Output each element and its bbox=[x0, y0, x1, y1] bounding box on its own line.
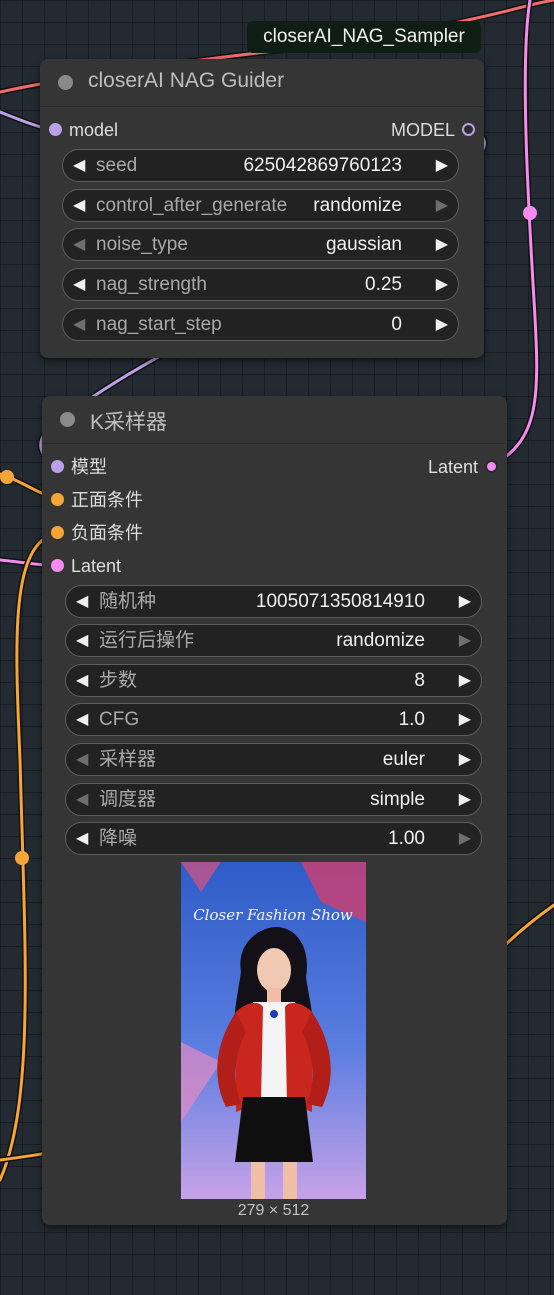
widget-label: 调度器 bbox=[99, 789, 157, 810]
node-nag-guider[interactable]: closerAI NAG Guider model MODEL ◀ seed 6… bbox=[40, 59, 484, 358]
increment-arrow-icon[interactable]: ▶ bbox=[436, 229, 448, 260]
widget-value: randomize bbox=[336, 630, 425, 651]
collapse-dot-icon[interactable] bbox=[60, 412, 75, 427]
floating-node-tag[interactable]: closerAI_NAG_Sampler bbox=[247, 21, 481, 53]
widget-label: nag_strength bbox=[96, 274, 207, 295]
increment-arrow-icon[interactable]: ▶ bbox=[436, 150, 448, 181]
decrement-arrow-icon[interactable]: ◀ bbox=[76, 784, 88, 815]
widget-label: 运行后操作 bbox=[99, 630, 195, 651]
input-label: Latent bbox=[71, 556, 122, 576]
node-title: closerAI NAG Guider bbox=[88, 69, 285, 92]
widget-scheduler[interactable]: ◀ 调度器 simple ▶ bbox=[65, 783, 482, 816]
decrement-arrow-icon[interactable]: ◀ bbox=[76, 744, 88, 775]
increment-arrow-icon[interactable]: ▶ bbox=[459, 744, 471, 775]
widget-label: seed bbox=[96, 155, 138, 176]
widget-value: simple bbox=[370, 789, 425, 810]
output-label: MODEL bbox=[390, 120, 455, 140]
decrement-arrow-icon[interactable]: ◀ bbox=[76, 704, 88, 735]
increment-arrow-icon[interactable]: ▶ bbox=[459, 823, 471, 854]
widget-value: 1.0 bbox=[398, 709, 425, 730]
widget-nag-start-step[interactable]: ◀ nag_start_step 0 ▶ bbox=[62, 308, 459, 341]
widget-value: 1.00 bbox=[388, 828, 425, 849]
increment-arrow-icon[interactable]: ▶ bbox=[436, 309, 448, 340]
widget-control-after-generate[interactable]: ◀ control_after_generate randomize ▶ bbox=[62, 189, 459, 222]
input-label: model bbox=[69, 120, 119, 140]
widget-nag-strength[interactable]: ◀ nag_strength 0.25 ▶ bbox=[62, 268, 459, 301]
input-dot-icon[interactable] bbox=[51, 493, 64, 506]
increment-arrow-icon[interactable]: ▶ bbox=[436, 269, 448, 300]
input-label: 负面条件 bbox=[71, 523, 143, 543]
node-title: K采样器 bbox=[90, 411, 168, 434]
input-dot-icon[interactable] bbox=[49, 123, 62, 136]
output-slot-latent[interactable]: Latent bbox=[378, 455, 498, 479]
widget-denoise[interactable]: ◀ 降噪 1.00 ▶ bbox=[65, 822, 482, 855]
decrement-arrow-icon[interactable]: ◀ bbox=[76, 586, 88, 617]
widget-label: nag_start_step bbox=[96, 314, 222, 335]
output-dot-icon[interactable] bbox=[462, 123, 475, 136]
increment-arrow-icon[interactable]: ▶ bbox=[459, 665, 471, 696]
decrement-arrow-icon[interactable]: ◀ bbox=[73, 190, 85, 221]
increment-arrow-icon[interactable]: ▶ bbox=[436, 190, 448, 221]
widget-cfg[interactable]: ◀ CFG 1.0 ▶ bbox=[65, 703, 482, 736]
increment-arrow-icon[interactable]: ▶ bbox=[459, 586, 471, 617]
output-slot-model[interactable]: MODEL bbox=[355, 118, 475, 142]
widget-label: 采样器 bbox=[99, 749, 157, 770]
decrement-arrow-icon[interactable]: ◀ bbox=[76, 665, 88, 696]
decrement-arrow-icon[interactable]: ◀ bbox=[73, 229, 85, 260]
widget-label: CFG bbox=[99, 709, 140, 730]
input-label: 正面条件 bbox=[71, 490, 143, 510]
reroute-dot-orange-left bbox=[0, 470, 14, 484]
widget-value: randomize bbox=[313, 195, 402, 216]
input-dot-icon[interactable] bbox=[51, 559, 64, 572]
widget-label: 降噪 bbox=[99, 828, 138, 849]
input-dot-icon[interactable] bbox=[51, 460, 64, 473]
increment-arrow-icon[interactable]: ▶ bbox=[459, 625, 471, 656]
collapse-dot-icon[interactable] bbox=[58, 75, 73, 90]
input-dot-icon[interactable] bbox=[51, 526, 64, 539]
widget-value: 8 bbox=[414, 670, 425, 691]
widget-steps[interactable]: ◀ 步数 8 ▶ bbox=[65, 664, 482, 697]
output-dot-icon[interactable] bbox=[485, 460, 498, 473]
preview-overlay-text: Closer Fashion Show bbox=[193, 906, 353, 924]
decrement-arrow-icon[interactable]: ◀ bbox=[76, 625, 88, 656]
widget-value: gaussian bbox=[325, 234, 402, 255]
preview-dimensions: 279 × 512 bbox=[237, 1202, 310, 1219]
widget-label: noise_type bbox=[96, 234, 188, 255]
widget-seed[interactable]: ◀ seed 625042869760123 ▶ bbox=[62, 149, 459, 182]
widget-value: 0 bbox=[391, 314, 402, 335]
widget-noise-type[interactable]: ◀ noise_type gaussian ▶ bbox=[62, 228, 459, 261]
increment-arrow-icon[interactable]: ▶ bbox=[459, 784, 471, 815]
widget-value: 625042869760123 bbox=[243, 155, 402, 176]
preview-image[interactable]: Closer Fashion Show bbox=[181, 862, 366, 1199]
decrement-arrow-icon[interactable]: ◀ bbox=[73, 269, 85, 300]
node-ksampler[interactable]: K采样器 模型 正面条件 负面条件 Latent Latent ◀ 随机种 10… bbox=[42, 396, 507, 1225]
node-header[interactable]: K采样器 bbox=[42, 396, 507, 444]
widget-seed[interactable]: ◀ 随机种 1005071350814910 ▶ bbox=[65, 585, 482, 618]
widget-value: 0.25 bbox=[365, 274, 402, 295]
decrement-arrow-icon[interactable]: ◀ bbox=[73, 309, 85, 340]
reroute-dot-orange-low bbox=[15, 851, 29, 865]
reroute-dot-pink bbox=[523, 206, 537, 220]
increment-arrow-icon[interactable]: ▶ bbox=[459, 704, 471, 735]
decrement-arrow-icon[interactable]: ◀ bbox=[73, 150, 85, 181]
widget-label: 随机种 bbox=[99, 591, 157, 612]
input-label: 模型 bbox=[71, 457, 107, 477]
widget-label: 步数 bbox=[99, 670, 138, 691]
node-header[interactable]: closerAI NAG Guider bbox=[40, 59, 484, 107]
widget-sampler[interactable]: ◀ 采样器 euler ▶ bbox=[65, 743, 482, 776]
decrement-arrow-icon[interactable]: ◀ bbox=[76, 823, 88, 854]
output-label: Latent bbox=[427, 457, 478, 477]
widget-control-after-generate[interactable]: ◀ 运行后操作 randomize ▶ bbox=[65, 624, 482, 657]
widget-value: euler bbox=[382, 749, 425, 770]
widget-value: 1005071350814910 bbox=[255, 591, 425, 612]
widget-label: control_after_generate bbox=[96, 195, 288, 216]
